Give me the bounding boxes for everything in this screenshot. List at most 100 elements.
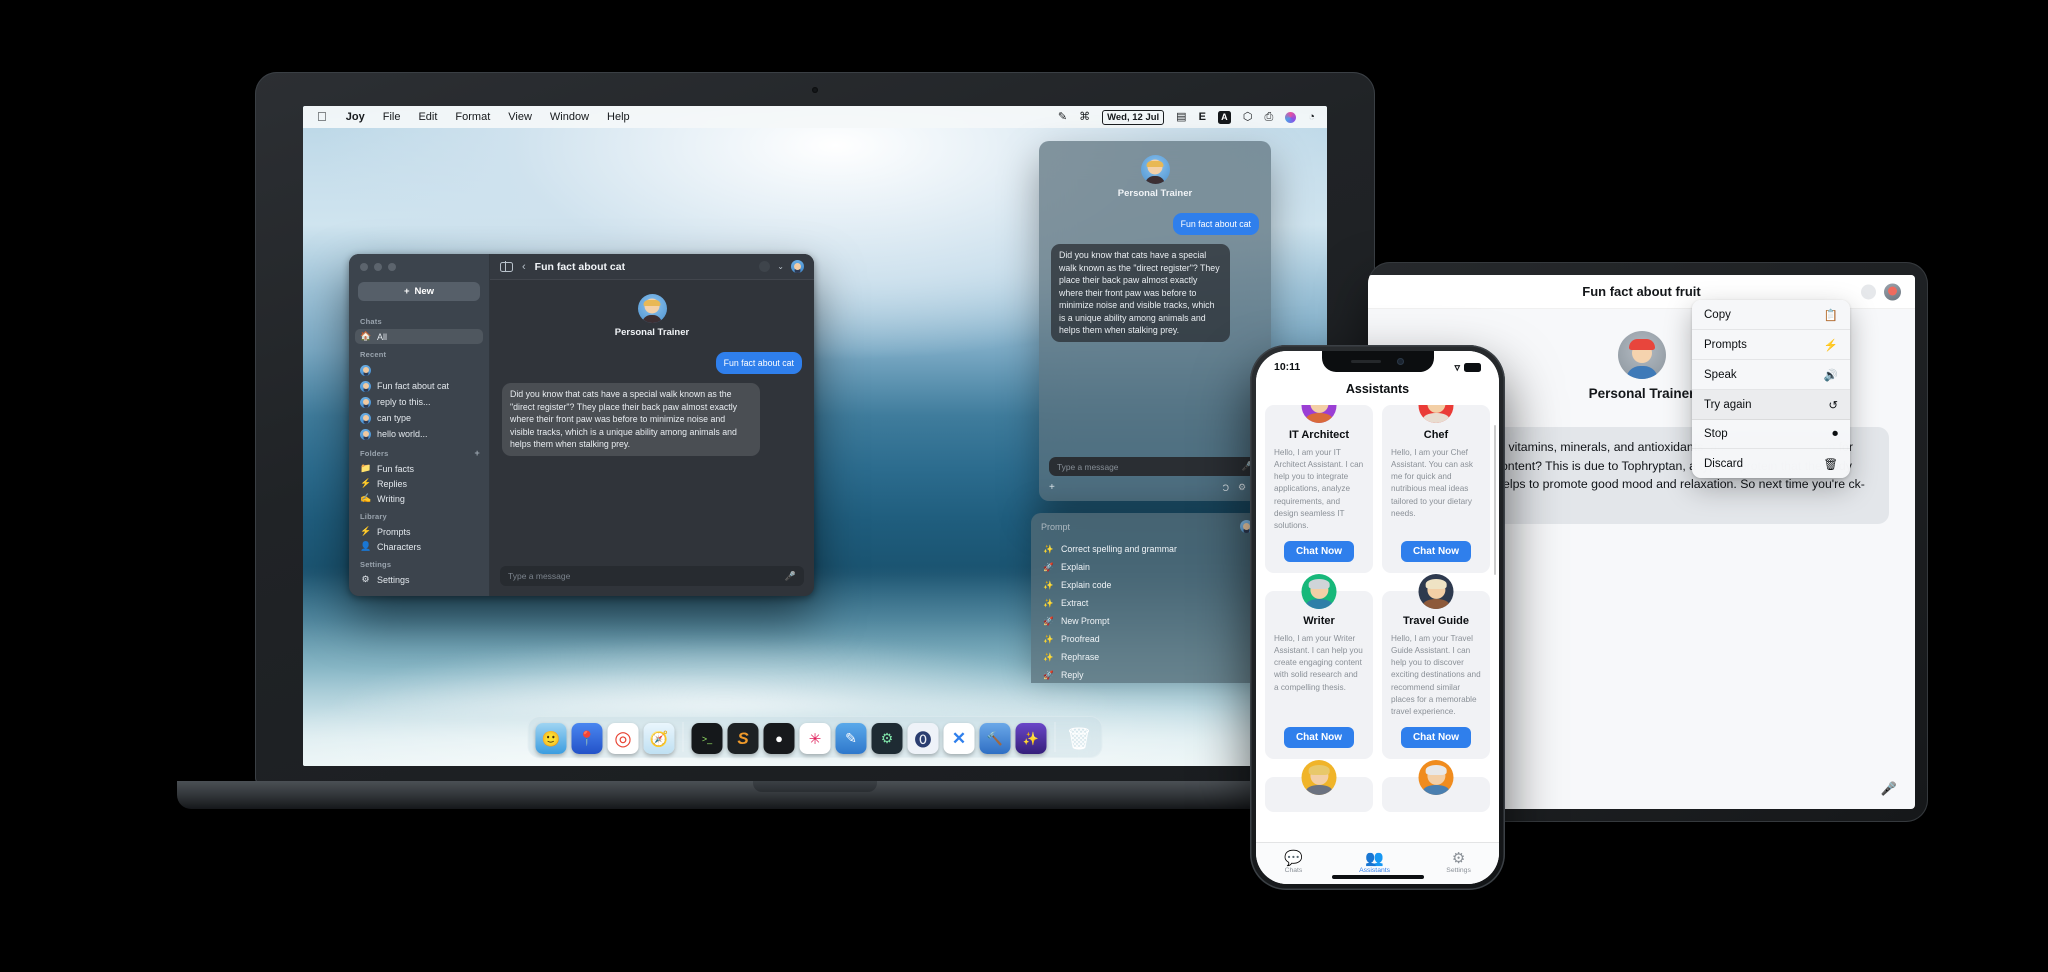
chat-now-button[interactable]: Chat Now: [1400, 726, 1472, 748]
assistant-card-partial-5[interactable]: [1265, 759, 1373, 812]
context-menu-item-try-again[interactable]: Try again ↺: [1692, 390, 1850, 420]
dock-icon-sublime-text[interactable]: S: [727, 723, 759, 754]
close-button[interactable]: [360, 263, 368, 271]
printer-icon[interactable]: ⎙: [1265, 111, 1274, 123]
persona-avatar-icon[interactable]: [791, 260, 804, 273]
prompts-search-row[interactable]: Prompt: [1031, 513, 1263, 540]
sidebar-recent-item-3[interactable]: can type: [355, 410, 483, 426]
raycast-icon[interactable]: [1285, 111, 1297, 123]
microphone-icon[interactable]: 🎤: [785, 571, 796, 582]
add-attachment-icon[interactable]: +: [1049, 482, 1055, 493]
assistant-card-chef[interactable]: Chef Hello, I am your Chef Assistant. Yo…: [1382, 405, 1490, 573]
model-selector-icon[interactable]: [759, 261, 771, 272]
dock-icon-notes[interactable]: ✎: [835, 723, 867, 754]
microphone-icon[interactable]: 🎤: [1881, 781, 1897, 797]
minimize-button[interactable]: [374, 263, 382, 271]
sidebar-item-all[interactable]: 🏠 All: [355, 329, 483, 344]
dock-icon-chrome[interactable]: ◎: [607, 723, 639, 754]
dock-icon-maps[interactable]: 📍: [571, 723, 603, 754]
bluetooth-icon[interactable]: ⌘: [1079, 111, 1090, 123]
assistant-card-travel-guide[interactable]: Travel Guide Hello, I am your Travel Gui…: [1382, 573, 1490, 759]
menu-format[interactable]: Format: [446, 106, 499, 128]
screen-icon[interactable]: ▤: [1176, 111, 1186, 123]
sidebar-folder-fun-facts[interactable]: 📁 Fun facts: [355, 461, 483, 476]
dock-icon-slack[interactable]: ✳: [799, 723, 831, 754]
dock-icon-1password[interactable]: ⓿: [907, 723, 939, 754]
menu-joy[interactable]: Joy: [337, 106, 374, 128]
maximize-button[interactable]: [388, 263, 396, 271]
gear-icon[interactable]: ⚙: [1238, 482, 1246, 493]
menu-window[interactable]: Window: [541, 106, 598, 128]
chat-now-button[interactable]: Chat Now: [1400, 540, 1472, 562]
sidebar-recent-item-2[interactable]: reply to this...: [355, 394, 483, 410]
stop-icon: ⏺: [1832, 427, 1838, 440]
chevron-down-icon[interactable]: ⌄: [777, 262, 784, 271]
context-menu-item-discard[interactable]: Discard 🗑: [1692, 449, 1850, 478]
menu-help[interactable]: Help: [598, 106, 639, 128]
sidebar-item-characters[interactable]: 👤 Characters: [355, 539, 483, 554]
scrollbar[interactable]: [1493, 425, 1496, 575]
menu-file[interactable]: File: [374, 106, 410, 128]
dock-icon-cleanmymac[interactable]: ⚙: [871, 723, 903, 754]
sidebar-item-prompts[interactable]: ⚡ Prompts: [355, 524, 483, 539]
dock-icon-safari[interactable]: 🧭: [643, 723, 675, 754]
assistants-list[interactable]: IT Architect Hello, I am your IT Archite…: [1256, 405, 1499, 842]
context-menu-item-stop[interactable]: Stop ⏺: [1692, 420, 1850, 449]
dock-icon-vscode[interactable]: ✕: [943, 723, 975, 754]
tab-settings[interactable]: ⚙ Settings: [1446, 851, 1471, 874]
sidebar-recent-item-4[interactable]: hello world...: [355, 426, 483, 442]
sidebar-folder-replies[interactable]: ⚡ Replies: [355, 476, 483, 491]
more-circle-icon[interactable]: [1861, 284, 1876, 299]
avatar-icon: [360, 380, 371, 392]
chat-now-button[interactable]: Chat Now: [1283, 726, 1355, 748]
floating-message-input[interactable]: Type a message 🎤: [1049, 457, 1261, 476]
date-display[interactable]: Wed, 12 Jul: [1102, 109, 1165, 125]
dock-icon-figma[interactable]: ●: [763, 723, 795, 754]
context-menu-item-speak[interactable]: Speak 🔊: [1692, 360, 1850, 390]
prompt-item-3[interactable]: ✨ Extract: [1031, 594, 1263, 612]
prompt-item-6[interactable]: ✨ Rephrase: [1031, 648, 1263, 666]
context-menu-item-copy[interactable]: Copy 📋: [1692, 300, 1850, 330]
dock-icon-trash[interactable]: 🗑: [1064, 723, 1095, 754]
assistant-card-writer[interactable]: Writer Hello, I am your Writer Assistant…: [1265, 573, 1373, 759]
message-bubble-assistant: Did you know that cats have a special wa…: [502, 383, 760, 456]
keyboard-layout-icon[interactable]: A: [1217, 110, 1231, 124]
tab-assistants[interactable]: 👥 Assistants: [1359, 851, 1390, 874]
dock-icon-xcode[interactable]: 🔨: [979, 723, 1011, 754]
chat-now-button[interactable]: Chat Now: [1283, 540, 1355, 562]
sidebar-recent-item-0[interactable]: [355, 362, 483, 378]
add-folder-icon[interactable]: +: [475, 448, 480, 458]
message-input[interactable]: Type a message 🎤: [500, 566, 804, 586]
prompt-item-4[interactable]: 🚀 New Prompt: [1031, 612, 1263, 630]
menu-edit[interactable]: Edit: [409, 106, 446, 128]
sidebar-folder-writing[interactable]: ✍ Writing: [355, 491, 483, 506]
cleanmymac-icon: ⚙: [880, 730, 894, 746]
dock-icon-joy-app[interactable]: ✨: [1015, 723, 1047, 754]
assistant-card-it-architect[interactable]: IT Architect Hello, I am your IT Archite…: [1265, 405, 1373, 573]
sidebar-recent-item-1[interactable]: Fun fact about cat: [355, 378, 483, 394]
window-traffic-lights[interactable]: [349, 254, 489, 271]
evernote-icon[interactable]: E: [1199, 111, 1206, 123]
format-text-icon[interactable]: Ɔ: [1223, 483, 1230, 493]
apple-logo-icon[interactable]: : [311, 106, 337, 128]
sidebar-toggle-icon[interactable]: [500, 261, 513, 272]
prompt-item-7[interactable]: 🚀 Reply: [1031, 666, 1263, 683]
dropbox-icon[interactable]: ⬡: [1243, 111, 1253, 123]
pencil-icon[interactable]: ✎: [1058, 111, 1067, 123]
dock-icon-finder[interactable]: 🙂: [535, 723, 567, 754]
joy-toolbar: ‹ Fun fact about cat ⌄: [490, 254, 814, 280]
tab-chats[interactable]: 💬 Chats: [1284, 851, 1303, 874]
control-center-icon[interactable]: ◔: [1308, 111, 1315, 123]
back-icon[interactable]: ‹: [522, 261, 526, 273]
prompt-item-5[interactable]: ✨ Proofread: [1031, 630, 1263, 648]
new-chat-button[interactable]: + New: [358, 282, 480, 301]
prompt-item-2[interactable]: ✨ Explain code: [1031, 576, 1263, 594]
assistant-card-partial-6[interactable]: [1382, 759, 1490, 812]
menu-view[interactable]: View: [499, 106, 541, 128]
prompt-item-0[interactable]: ✨ Correct spelling and grammar: [1031, 540, 1263, 558]
persona-avatar-icon[interactable]: [1884, 283, 1901, 300]
sidebar-item-settings[interactable]: ⚙ Settings: [355, 572, 483, 587]
dock-icon-terminal[interactable]: >_: [691, 723, 723, 754]
prompt-item-1[interactable]: 🚀 Explain: [1031, 558, 1263, 576]
context-menu-item-prompts[interactable]: Prompts ⚡: [1692, 330, 1850, 360]
